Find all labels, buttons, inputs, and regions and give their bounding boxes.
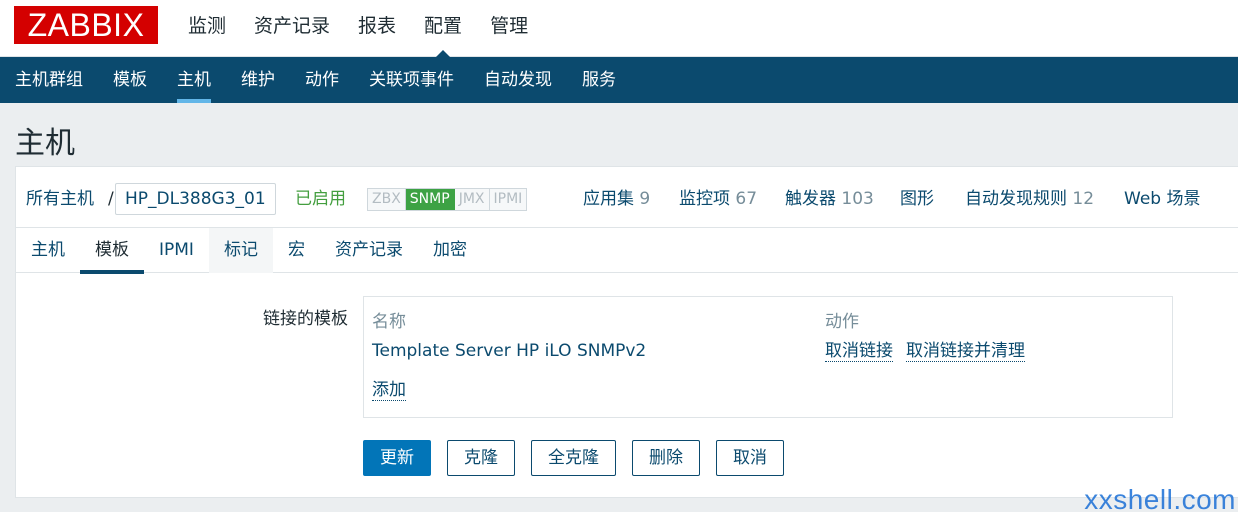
column-header-action: 动作 [825, 312, 859, 332]
linked-templates-table: 名称 动作 Template Server HP iLO SNMPv2 取消链接… [363, 296, 1173, 418]
status-jmx: JMX [455, 189, 490, 210]
top-bar: ZABBIX 监测 资产记录 报表 配置 管理 [0, 0, 1238, 58]
cancel-button[interactable]: 取消 [716, 440, 784, 476]
link-web-scenarios-label: Web 场景 [1124, 189, 1201, 209]
add-template-link[interactable]: 添加 [372, 380, 406, 401]
link-discovery-rules-label: 自动发现规则 [965, 189, 1067, 209]
sub-nav-services[interactable]: 服务 [567, 57, 631, 103]
page-title: 主机 [15, 126, 75, 161]
main-nav-configuration-label: 配置 [424, 15, 463, 37]
tab-inventory[interactable]: 资产记录 [320, 228, 418, 273]
main-nav: 监测 资产记录 报表 配置 管理 [174, 0, 542, 58]
link-graphs-label: 图形 [900, 189, 934, 209]
linked-templates-label: 链接的模板 [263, 309, 348, 329]
link-discovery-rules-count: 12 [1072, 189, 1095, 209]
host-form-tabs: 主机 模板 IPMI 标记 宏 资产记录 加密 [16, 228, 1238, 274]
breadcrumb-current-host[interactable]: HP_DL388G3_01 [115, 183, 276, 215]
sub-nav: 主机群组 模板 主机 维护 动作 关联项事件 自动发现 服务 [0, 57, 1238, 103]
main-nav-inventory[interactable]: 资产记录 [240, 0, 344, 57]
full-clone-button[interactable]: 全克隆 [531, 440, 616, 476]
sub-nav-host-groups[interactable]: 主机群组 [0, 57, 98, 103]
status-zbx: ZBX [368, 189, 406, 210]
tab-tags[interactable]: 标记 [208, 228, 273, 273]
update-button[interactable]: 更新 [363, 440, 431, 476]
availability-indicators: ZBX SNMP JMX IPMI [367, 188, 528, 211]
sub-nav-discovery[interactable]: 自动发现 [469, 57, 567, 103]
link-items-label: 监控项 [679, 189, 730, 209]
delete-button[interactable]: 删除 [632, 440, 700, 476]
tab-templates[interactable]: 模板 [80, 228, 144, 274]
main-nav-configuration[interactable]: 配置 [410, 0, 476, 58]
link-items-count: 67 [735, 189, 758, 209]
link-items[interactable]: 监控项 67 [679, 167, 757, 229]
tab-encryption[interactable]: 加密 [418, 228, 482, 273]
tab-ipmi[interactable]: IPMI [144, 228, 209, 273]
host-enabled-status[interactable]: 已启用 [295, 167, 346, 229]
link-triggers[interactable]: 触发器 103 [785, 167, 874, 229]
link-web-scenarios[interactable]: Web 场景 [1124, 167, 1200, 229]
tab-macros[interactable]: 宏 [273, 228, 320, 273]
sub-nav-event-correlation[interactable]: 关联项事件 [354, 57, 469, 103]
clone-button[interactable]: 克隆 [447, 440, 515, 476]
link-applications-count: 9 [639, 189, 651, 209]
breadcrumb-all-hosts[interactable]: 所有主机 [26, 167, 94, 229]
watermark: xxshell.com [1084, 484, 1236, 512]
main-nav-reports[interactable]: 报表 [344, 0, 410, 57]
zabbix-logo[interactable]: ZABBIX [14, 6, 158, 44]
form-buttons: 更新 克隆 全克隆 删除 取消 [363, 440, 800, 476]
link-triggers-label: 触发器 [785, 189, 836, 209]
main-nav-monitoring[interactable]: 监测 [174, 0, 240, 57]
column-header-name: 名称 [372, 312, 406, 332]
unlink-and-clear-link[interactable]: 取消链接并清理 [906, 341, 1025, 362]
sub-nav-maintenance[interactable]: 维护 [226, 57, 290, 103]
status-ipmi: IPMI [493, 191, 523, 207]
sub-nav-actions[interactable]: 动作 [290, 57, 354, 103]
host-breadcrumb-bar: 所有主机 / HP_DL388G3_01 已启用 ZBX SNMP JMX IP… [15, 166, 1238, 228]
host-form-panel: 主机 模板 IPMI 标记 宏 资产记录 加密 链接的模板 名称 动作 Temp… [15, 228, 1238, 498]
linked-template-link[interactable]: Template Server HP iLO SNMPv2 [372, 341, 646, 361]
link-discovery-rules[interactable]: 自动发现规则 12 [965, 167, 1094, 229]
link-applications-label: 应用集 [583, 189, 634, 209]
main-nav-administration[interactable]: 管理 [476, 0, 542, 57]
status-snmp: SNMP [405, 189, 455, 210]
sub-nav-hosts[interactable]: 主机 [162, 57, 226, 103]
link-triggers-count: 103 [841, 189, 874, 209]
link-graphs[interactable]: 图形 [900, 167, 934, 229]
breadcrumb-separator: / [108, 189, 114, 209]
unlink-link[interactable]: 取消链接 [825, 341, 893, 362]
tab-host[interactable]: 主机 [16, 228, 80, 273]
sub-nav-templates[interactable]: 模板 [98, 57, 162, 103]
link-applications[interactable]: 应用集 9 [583, 167, 650, 229]
